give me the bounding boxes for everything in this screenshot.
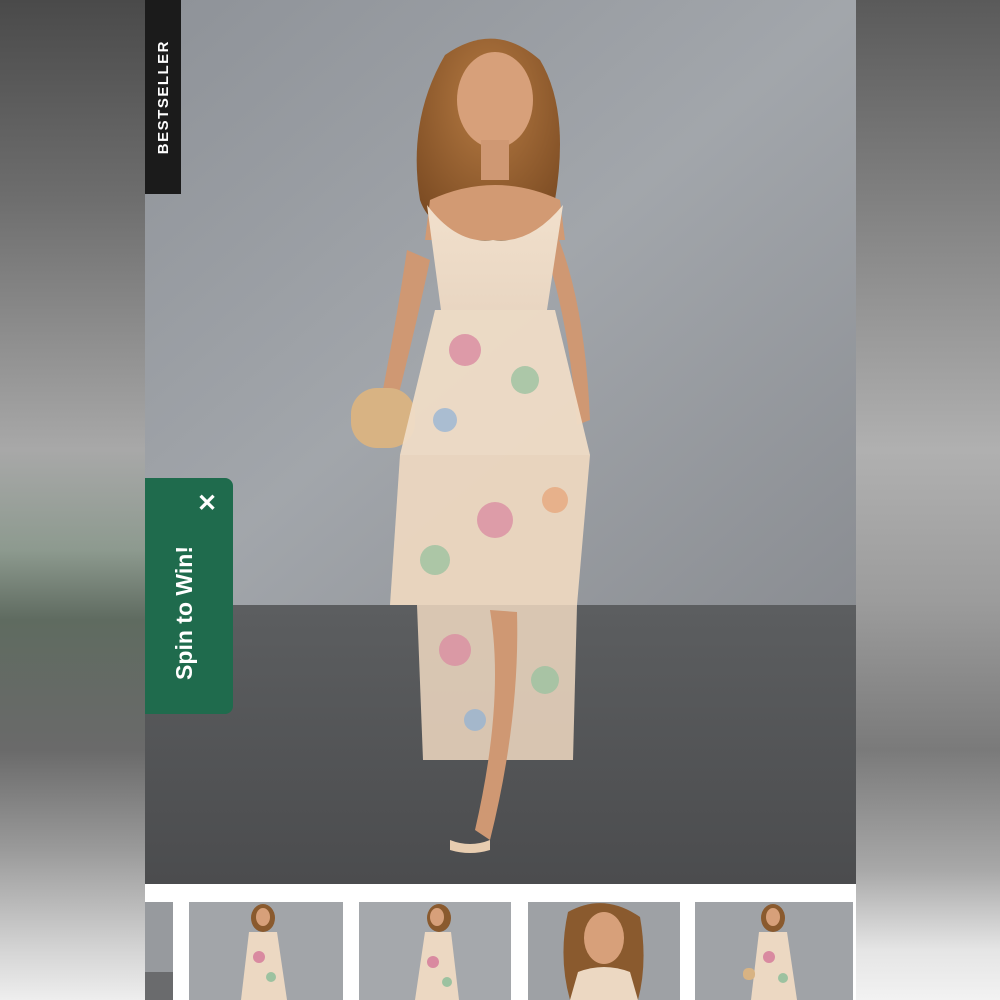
- thumbnail-partial[interactable]: [145, 902, 173, 1000]
- thumbnail-front-selected[interactable]: [695, 902, 853, 1000]
- spin-to-win-label: Spin to Win!: [170, 546, 197, 680]
- bestseller-label: BESTSELLER: [154, 39, 172, 155]
- thumbnail-front-full[interactable]: [189, 902, 343, 1000]
- close-icon[interactable]: ✕: [193, 490, 221, 518]
- blurred-background-left: [0, 0, 145, 1000]
- thumbnail-closeup[interactable]: [528, 902, 680, 1000]
- bestseller-badge: BESTSELLER: [145, 0, 181, 194]
- blurred-background-right: [856, 0, 1000, 1000]
- main-product-image[interactable]: BESTSELLER ✕ Spin to Win!: [145, 0, 856, 884]
- thumbnail-side-full[interactable]: [359, 902, 511, 1000]
- product-page: BESTSELLER ✕ Spin to Win!: [145, 0, 856, 1000]
- thumbnail-strip: [145, 884, 856, 1000]
- spin-to-win-tab[interactable]: ✕ Spin to Win!: [145, 478, 233, 714]
